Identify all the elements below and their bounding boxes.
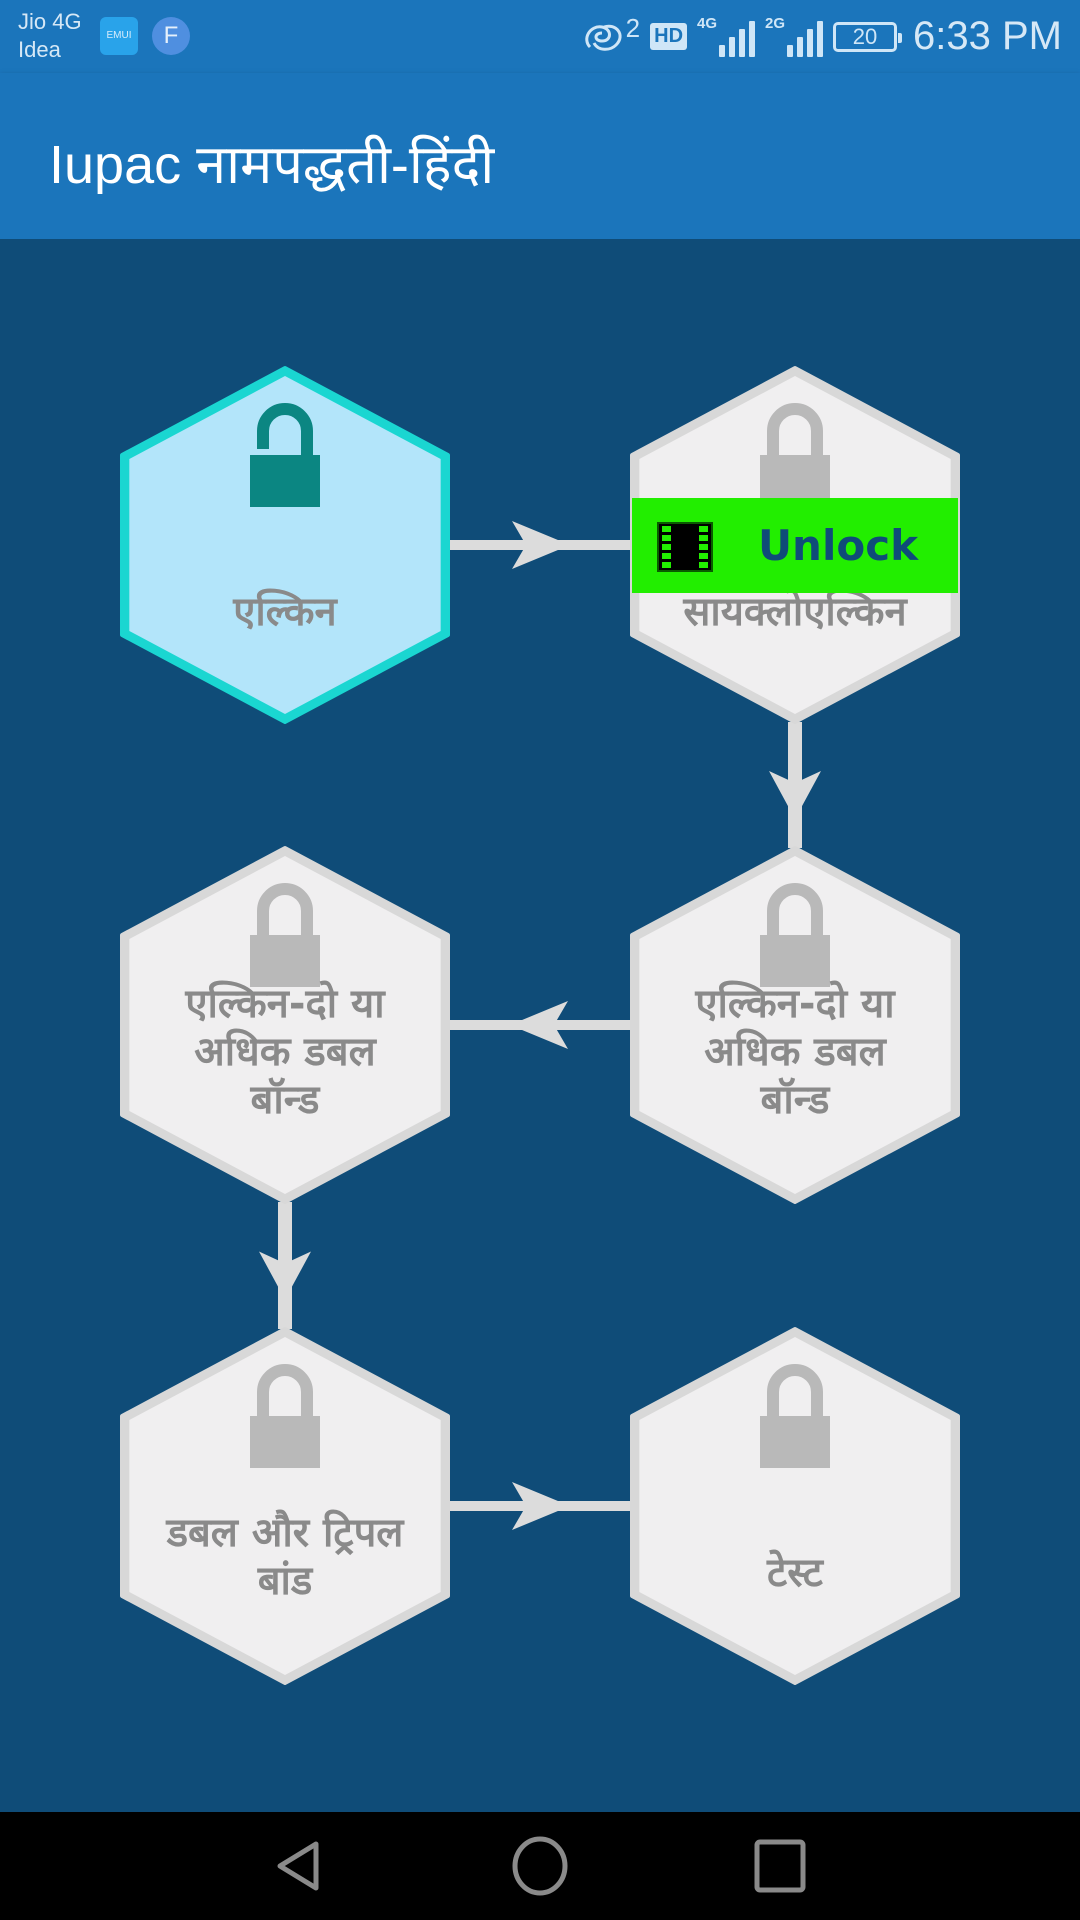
app-bar: Iupac नामपद्धती-हिंदी	[0, 73, 1080, 239]
back-button[interactable]	[270, 1836, 330, 1896]
level-label: बांड	[257, 1558, 314, 1604]
hd-icon: HD	[650, 23, 688, 50]
level-node-double-triple[interactable]: डबल और ट्रिपलबांड	[120, 1327, 450, 1685]
level-node-alkene-multi-right[interactable]: एल्किन-दो याअधिक डबलबॉन्ड	[630, 846, 960, 1204]
level-label: अधिक डबल	[194, 1028, 377, 1075]
home-button[interactable]	[510, 1836, 570, 1896]
back-icon	[277, 1841, 319, 1891]
status-bar: Jio 4G Idea EMUI F 2 HD 4G 2G 20 6:33 PM	[0, 0, 1080, 73]
home-icon	[512, 1836, 568, 1896]
battery-level: 20	[852, 23, 878, 49]
level-label: बॉन्ड	[250, 1077, 322, 1123]
sync-icon: 2	[582, 13, 640, 55]
signal-2g-icon: 2G	[765, 14, 824, 57]
navigation-bar	[0, 1812, 1080, 1920]
level-node-cycloalkene[interactable]: सायक्लोएल्किन Unlock	[630, 366, 960, 724]
level-label: अधिक डबल	[704, 1028, 887, 1075]
level-label: एल्किन-दो या	[694, 980, 896, 1027]
level-map-canvas: एल्किन सायक्लोएल्किनUnlockएल्किन-दो याअधि…	[120, 366, 960, 1685]
sync-count: 2	[625, 12, 641, 43]
connector-arrow	[769, 722, 821, 848]
f-app-icon: F	[152, 17, 190, 55]
level-label: एल्किन-दो या	[184, 980, 386, 1027]
carrier-2: Idea	[18, 37, 61, 62]
level-label: डबल और ट्रिपल	[165, 1509, 406, 1556]
level-label: टेस्ट	[766, 1549, 825, 1596]
clock: 6:33 PM	[913, 14, 1062, 58]
unlock-label: Unlock	[758, 521, 919, 570]
level-node-alkene-multi-left[interactable]: एल्किन-दो याअधिक डबलबॉन्ड	[120, 846, 450, 1204]
level-node-test[interactable]: टेस्ट	[630, 1327, 960, 1685]
level-label: सायक्लोएल्किन	[682, 588, 908, 635]
network-type-1: 4G	[697, 14, 718, 32]
connector-arrow	[259, 1202, 311, 1329]
connector-arrow	[448, 1001, 632, 1049]
status-icons: 2 HD 4G 2G 20 6:33 PM	[582, 0, 1062, 73]
level-label: एल्किन	[232, 588, 338, 635]
connector-arrow	[448, 521, 632, 569]
video-film-icon	[657, 522, 713, 572]
network-type-2: 2G	[765, 14, 786, 32]
unlock-button[interactable]: Unlock	[632, 498, 958, 593]
emui-app-icon: EMUI	[100, 17, 138, 55]
connector-arrow	[448, 1482, 632, 1530]
battery-icon: 20	[833, 21, 903, 52]
app-title: Iupac नामपद्धती-हिंदी	[49, 135, 495, 195]
recents-icon	[754, 1839, 806, 1893]
signal-4g-icon: 4G	[697, 14, 756, 57]
recents-button[interactable]	[750, 1836, 810, 1896]
level-map: एल्किन सायक्लोएल्किन Unlock एल्किन-दो या अधि…	[0, 239, 1080, 1812]
level-label: बॉन्ड	[760, 1077, 832, 1123]
level-node-alkene[interactable]: एल्किन	[120, 366, 450, 724]
carrier-1: Jio 4G	[18, 9, 82, 34]
carrier-info: Jio 4G Idea	[18, 8, 82, 64]
